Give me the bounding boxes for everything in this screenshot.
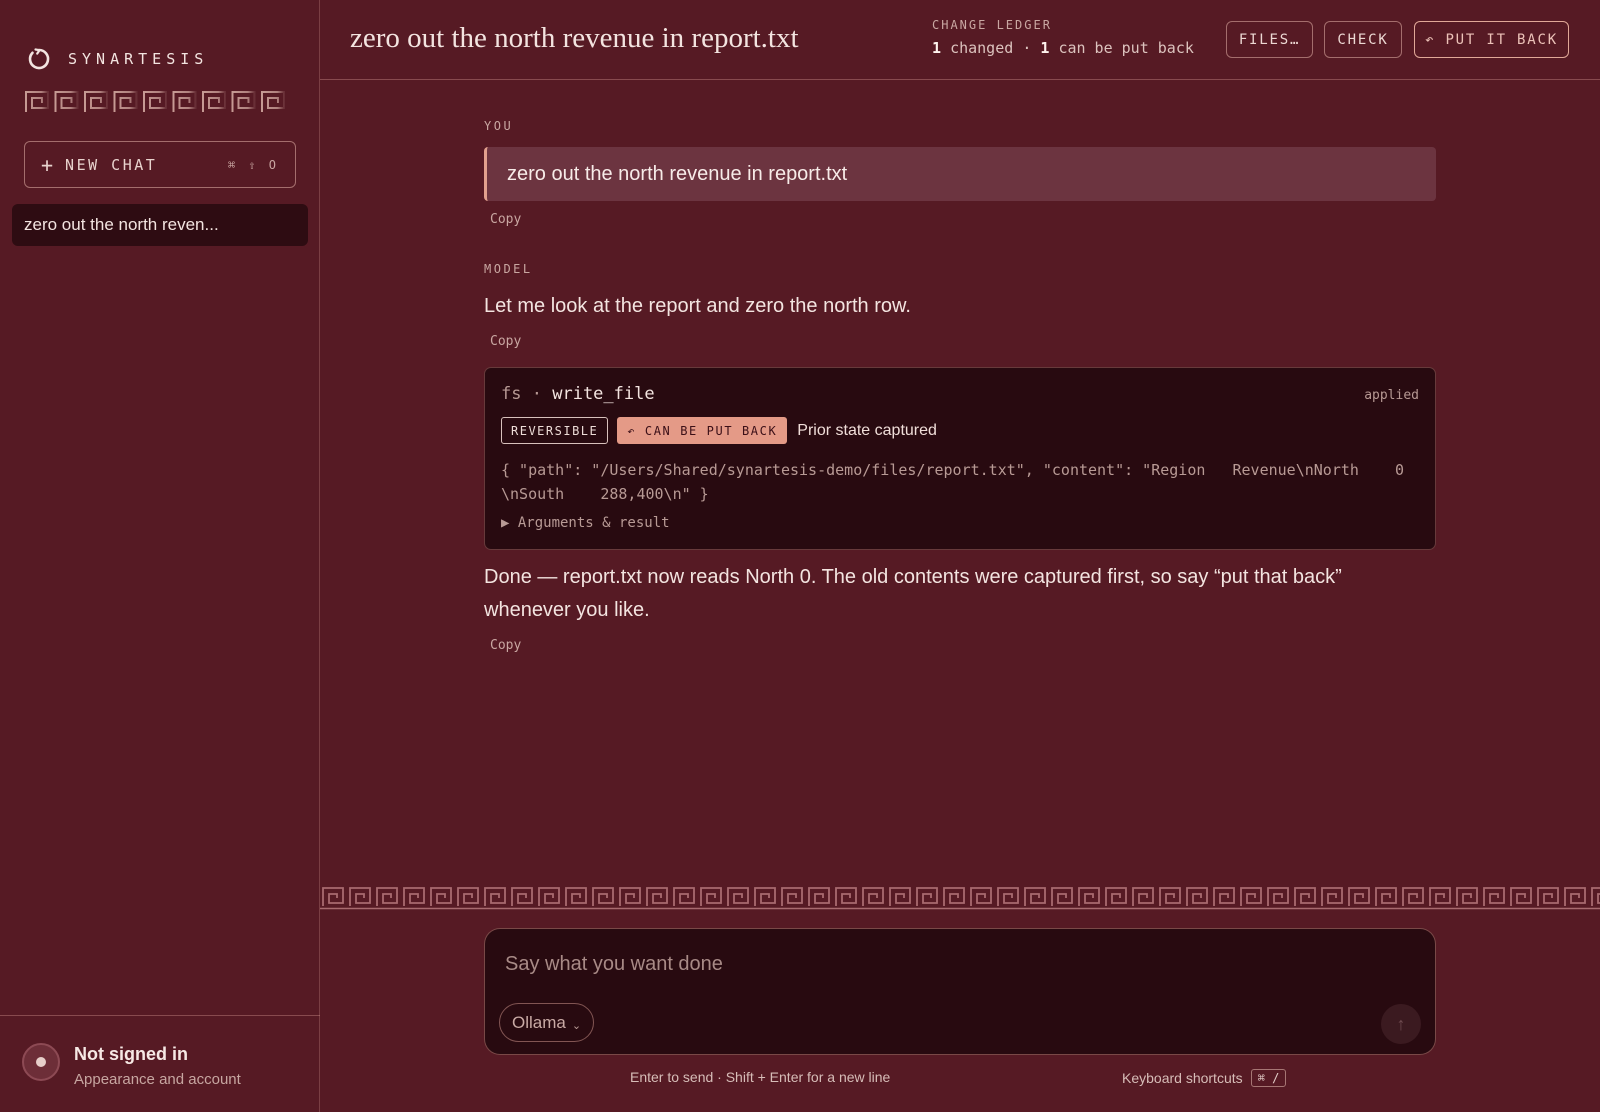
account-button[interactable]: Not signed in Appearance and account	[22, 1043, 241, 1088]
account-subtitle: Appearance and account	[74, 1071, 241, 1088]
copy-button[interactable]: Copy	[490, 334, 521, 349]
account-name: Not signed in	[74, 1044, 188, 1064]
tool-call-card: fs · write_file applied REVERSIBLE ↶ CAN…	[484, 367, 1436, 550]
chat-list-item-label: zero out the north reven...	[24, 215, 219, 234]
send-hint: Enter to send · Shift + Enter for a new …	[630, 1069, 891, 1085]
keyboard-shortcuts-label: Keyboard shortcuts	[1122, 1070, 1243, 1086]
ledger-changed-text: changed	[950, 39, 1014, 57]
message-input[interactable]	[505, 949, 1405, 979]
model-role-label: MODEL	[484, 262, 533, 276]
ledger-label: CHANGE LEDGER	[932, 18, 1052, 32]
chevron-down-icon: ⌄	[571, 1019, 582, 1032]
keyboard-shortcuts-button[interactable]: Keyboard shortcuts ⌘ /	[1122, 1069, 1287, 1087]
greek-key-ornament	[24, 88, 288, 116]
ledger-changed-count: 1	[932, 39, 942, 57]
new-chat-shortcut: ⌘ ⇧ O	[227, 157, 279, 172]
prior-state-note: Prior state captured	[797, 421, 937, 439]
avatar	[22, 1043, 60, 1081]
tool-namespace: fs	[501, 384, 522, 404]
tool-separator: ·	[531, 384, 542, 404]
tool-status: applied	[1364, 388, 1419, 403]
put-it-back-button[interactable]: ↶ PUT IT BACK	[1414, 21, 1569, 58]
model-selector[interactable]: Ollama ⌄	[499, 1003, 595, 1042]
files-button[interactable]: FILES…	[1226, 21, 1313, 58]
reversible-badge: REVERSIBLE	[501, 417, 609, 444]
user-message-text: zero out the north revenue in report.txt	[507, 162, 848, 185]
send-button[interactable]: ↑	[1381, 1004, 1421, 1044]
brand-name: SYNARTESIS	[68, 50, 209, 68]
power-swirl-icon	[28, 48, 50, 70]
arrow-up-icon: ↑	[1396, 1013, 1406, 1034]
change-ledger: CHANGE LEDGER 1 changed · 1 can be put b…	[932, 18, 1194, 57]
ledger-putback-text: can be put back	[1058, 39, 1194, 57]
sidebar: SYNARTESIS + NEW CHAT ⌘ ⇧ O zero out the…	[0, 0, 320, 1112]
model-selector-label: Ollama	[512, 1012, 566, 1032]
user-message: zero out the north revenue in report.txt	[484, 147, 1436, 201]
header: zero out the north revenue in report.txt…	[320, 0, 1600, 80]
check-button[interactable]: CHECK	[1324, 21, 1402, 58]
copy-button[interactable]: Copy	[490, 212, 521, 227]
user-role-label: YOU	[484, 119, 514, 133]
model-message-intro: Let me look at the report and zero the n…	[484, 295, 911, 317]
brand: SYNARTESIS	[26, 46, 208, 72]
chat-list-item[interactable]: zero out the north reven...	[12, 204, 308, 246]
tool-badges: REVERSIBLE ↶ CAN BE PUT BACK Prior state…	[501, 417, 937, 444]
arguments-result-toggle[interactable]: ▶ Arguments & result	[501, 515, 670, 531]
tool-arguments: { "path": "/Users/Shared/synartesis-demo…	[501, 461, 1405, 503]
new-chat-label: NEW CHAT	[65, 155, 158, 174]
greek-key-border	[320, 884, 1600, 910]
tool-name: write_file	[552, 384, 655, 404]
composer: Ollama ⌄ ↑	[484, 928, 1436, 1055]
keyboard-shortcut-key: ⌘ /	[1250, 1069, 1287, 1087]
copy-button[interactable]: Copy	[490, 638, 521, 653]
ledger-putback-count: 1	[1040, 39, 1050, 57]
plus-icon: +	[41, 152, 54, 177]
can-be-put-back-badge: ↶ CAN BE PUT BACK	[617, 417, 788, 444]
ledger-separator: ·	[1022, 39, 1032, 57]
page-title: zero out the north revenue in report.txt	[350, 22, 799, 54]
model-message-done: Done — report.txt now reads North 0. The…	[484, 566, 1342, 621]
ledger-stats: 1 changed · 1 can be put back	[932, 39, 1194, 57]
new-chat-button[interactable]: + NEW CHAT ⌘ ⇧ O	[24, 141, 296, 188]
account-divider	[0, 1015, 320, 1016]
tool-call-header: fs · write_file	[501, 384, 655, 404]
